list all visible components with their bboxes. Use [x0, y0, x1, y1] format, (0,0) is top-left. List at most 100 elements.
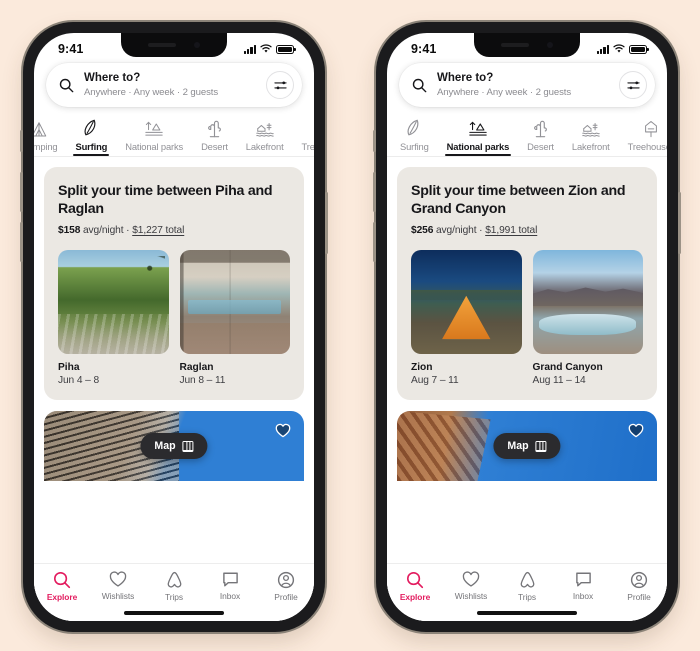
- nav-label: Profile: [627, 592, 651, 602]
- status-bar: 9:41: [34, 33, 314, 59]
- listing-card[interactable]: Map: [397, 411, 657, 481]
- search-area: Where to? Anywhere · Any week · 2 guests: [387, 59, 667, 115]
- search-bar[interactable]: Where to? Anywhere · Any week · 2 guests: [399, 63, 655, 107]
- airbnb-icon: [167, 571, 181, 588]
- heart-icon: [109, 571, 127, 587]
- nav-item-explore[interactable]: Explore: [388, 571, 442, 602]
- heart-outline-icon[interactable]: [275, 423, 291, 438]
- nav-item-trips[interactable]: Trips: [500, 571, 554, 602]
- account-icon: [630, 571, 648, 589]
- stop-dates: Aug 11 – 14: [532, 375, 586, 386]
- map-button[interactable]: Map: [140, 433, 208, 459]
- status-bar: 9:41: [387, 33, 667, 59]
- silent-switch[interactable]: [20, 130, 23, 152]
- category-label: Treehouses: [301, 141, 314, 152]
- trip-card[interactable]: Split your time between Piha and Raglan …: [44, 167, 304, 400]
- map-button-label: Map: [154, 440, 176, 452]
- filter-sliders-icon[interactable]: [266, 71, 294, 99]
- message-icon: [222, 572, 238, 587]
- trip-price: $256 avg/night · $1,991 total: [411, 225, 643, 236]
- lakefront-icon: [581, 118, 601, 138]
- search-bar[interactable]: Where to? Anywhere · Any week · 2 guests: [46, 63, 302, 107]
- category-tab-national-parks[interactable]: National parks: [116, 115, 192, 156]
- search-input[interactable]: Where to?: [84, 72, 256, 85]
- trip-stop[interactable]: Grand Canyon Aug 11 – 14: [532, 250, 643, 386]
- national-park-icon: [144, 118, 164, 138]
- trip-stops: Zion Aug 7 – 11 Grand Canyon Aug 11 – 14: [411, 250, 643, 386]
- trip-stop[interactable]: Piha Jun 4 – 8: [58, 250, 169, 386]
- nav-item-inbox[interactable]: Inbox: [203, 571, 257, 601]
- nav-item-wishlists[interactable]: Wishlists: [91, 571, 145, 601]
- category-tabs-left[interactable]: Camping Surfing: [34, 115, 314, 157]
- category-label: Desert: [201, 141, 228, 152]
- category-tab-national-parks[interactable]: National parks: [438, 115, 519, 156]
- category-tab-desert[interactable]: Desert: [192, 115, 237, 156]
- piha-beach-photo[interactable]: [58, 250, 169, 354]
- phone-left-screen: 9:41 Where to? Anywhere · Any week · 2 g…: [34, 33, 314, 621]
- phone-left: 9:41 Where to? Anywhere · Any week · 2 g…: [20, 22, 328, 632]
- search-input[interactable]: Where to?: [437, 72, 609, 85]
- search-icon: [53, 571, 71, 589]
- volume-down-button[interactable]: [373, 222, 376, 262]
- nav-item-trips[interactable]: Trips: [147, 571, 201, 602]
- category-tab-lakefront[interactable]: Lakefront: [237, 115, 293, 156]
- home-indicator[interactable]: [124, 611, 224, 615]
- trip-stop[interactable]: Zion Aug 7 – 11: [411, 250, 522, 386]
- trip-title: Split your time between Zion and Grand C…: [411, 183, 626, 217]
- search-icon: [406, 571, 424, 589]
- nav-item-explore[interactable]: Explore: [35, 571, 89, 602]
- category-tab-desert[interactable]: Desert: [518, 115, 563, 156]
- home-indicator[interactable]: [477, 611, 577, 615]
- search-subtitle: Anywhere · Any week · 2 guests: [84, 86, 219, 98]
- nav-item-inbox[interactable]: Inbox: [556, 571, 610, 601]
- treehouse-icon: [642, 118, 660, 138]
- nav-item-profile[interactable]: Profile: [612, 571, 666, 602]
- volume-up-button[interactable]: [373, 172, 376, 212]
- volume-down-button[interactable]: [20, 222, 23, 262]
- volume-up-button[interactable]: [20, 172, 23, 212]
- trip-price-unit: avg/night ·: [80, 225, 133, 236]
- category-tab-surfing[interactable]: Surfing: [391, 115, 438, 156]
- surfboard-icon: [82, 118, 100, 138]
- map-grid-icon: [182, 440, 194, 452]
- category-tab-treehouses[interactable]: Treehouses: [293, 115, 314, 156]
- silent-switch[interactable]: [373, 130, 376, 152]
- category-tab-treehouses[interactable]: Treehouses: [619, 115, 667, 156]
- map-button[interactable]: Map: [493, 433, 561, 459]
- search-area: Where to? Anywhere · Any week · 2 guests: [34, 59, 314, 115]
- nav-item-wishlists[interactable]: Wishlists: [444, 571, 498, 601]
- filter-sliders-icon[interactable]: [619, 71, 647, 99]
- category-tabs-right[interactable]: Surfing National parks Desert Lakefront …: [387, 115, 667, 157]
- search-text: Where to? Anywhere · Any week · 2 guests: [437, 72, 609, 99]
- stop-dates: Aug 7 – 11: [411, 375, 459, 386]
- trip-price-total[interactable]: $1,991 total: [485, 225, 537, 236]
- wifi-icon: [260, 44, 272, 53]
- cactus-icon: [532, 118, 549, 138]
- category-tab-camping[interactable]: Camping: [34, 115, 66, 156]
- power-button[interactable]: [325, 192, 328, 254]
- category-label: Desert: [527, 141, 554, 152]
- listing-card[interactable]: Map: [44, 411, 304, 481]
- trip-card[interactable]: Split your time between Zion and Grand C…: [397, 167, 657, 400]
- nav-label: Inbox: [219, 591, 241, 601]
- grand-canyon-pool-photo[interactable]: [532, 250, 643, 354]
- status-time: 9:41: [58, 42, 84, 56]
- airbnb-icon: [520, 571, 534, 588]
- surfboard-icon: [405, 118, 423, 138]
- phone-right: 9:41 Where to? Anywhere · Any week · 2 g…: [373, 22, 681, 632]
- category-tab-lakefront[interactable]: Lakefront: [563, 115, 619, 156]
- map-grid-icon: [535, 440, 547, 452]
- category-tab-surfing[interactable]: Surfing: [66, 115, 116, 156]
- raglan-interior-photo[interactable]: [179, 250, 290, 354]
- power-button[interactable]: [678, 192, 681, 254]
- map-button-label: Map: [507, 440, 529, 452]
- heart-outline-icon[interactable]: [628, 423, 644, 438]
- nav-label: Trips: [164, 592, 184, 602]
- nav-item-profile[interactable]: Profile: [259, 571, 313, 602]
- phone-left-content: Split your time between Piha and Raglan …: [34, 157, 314, 621]
- nav-label: Trips: [517, 592, 537, 602]
- trip-stop[interactable]: Raglan Jun 8 – 11: [179, 250, 290, 386]
- trip-price-total[interactable]: $1,227 total: [132, 225, 184, 236]
- stop-dates: Jun 8 – 11: [179, 375, 226, 386]
- zion-glamping-tent-photo[interactable]: [411, 250, 522, 354]
